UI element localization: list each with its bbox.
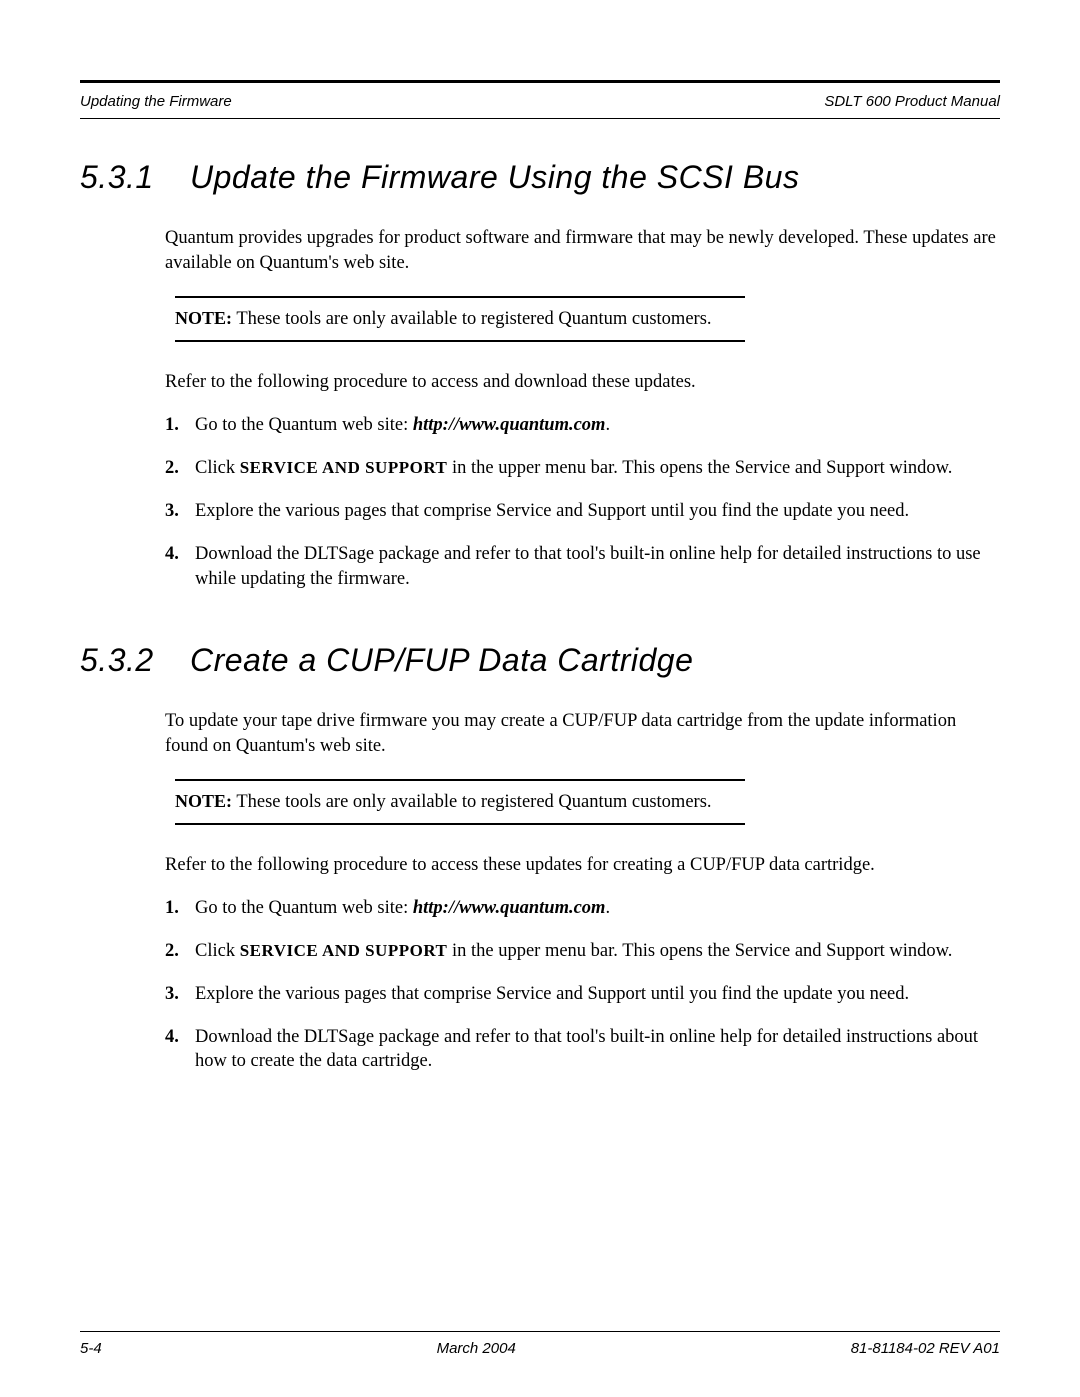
note-label: NOTE: <box>175 791 232 811</box>
page: Updating the Firmware SDLT 600 Product M… <box>0 0 1080 1397</box>
footer-row: 5-4 March 2004 81-81184-02 REV A01 <box>80 1340 1000 1357</box>
heading-number: 5.3.2 <box>80 642 190 679</box>
note-content: NOTE: These tools are only available to … <box>175 781 990 823</box>
header-right: SDLT 600 Product Manual <box>824 93 1000 110</box>
note-box: NOTE: These tools are only available to … <box>175 779 990 825</box>
step-3: Explore the various pages that comprise … <box>165 499 1000 524</box>
step-text-tail: . <box>605 415 610 435</box>
intro-paragraph: Quantum provides upgrades for product so… <box>165 226 1000 276</box>
note-bottom-rule <box>175 340 745 342</box>
menu-name: SERVICE AND SUPPORT <box>240 458 448 477</box>
heading-number: 5.3.1 <box>80 159 190 196</box>
footer-date: March 2004 <box>437 1340 516 1357</box>
step-1: Go to the Quantum web site: http://www.q… <box>165 413 1000 438</box>
step-text: Go to the Quantum web site: <box>195 898 413 918</box>
page-number: 5-4 <box>80 1340 102 1357</box>
footer-rule <box>80 1331 1000 1332</box>
note-bottom-rule <box>175 823 745 825</box>
step-text-tail: in the upper menu bar. This opens the Se… <box>447 941 952 961</box>
note-label: NOTE: <box>175 308 232 328</box>
section-5-3-2-body: To update your tape drive firmware you m… <box>165 709 1000 1075</box>
step-text-tail: . <box>605 898 610 918</box>
url-text: http://www.quantum.com <box>413 415 606 435</box>
menu-name: SERVICE AND SUPPORT <box>240 941 448 960</box>
heading-5-3-1: 5.3.1Update the Firmware Using the SCSI … <box>80 159 1000 196</box>
step-text: Go to the Quantum web site: <box>195 415 413 435</box>
header-left: Updating the Firmware <box>80 93 232 110</box>
step-text: Click <box>195 458 240 478</box>
step-2: Click SERVICE AND SUPPORT in the upper m… <box>165 456 1000 481</box>
steps-list: Go to the Quantum web site: http://www.q… <box>165 896 1000 1075</box>
footer-docid: 81-81184-02 REV A01 <box>851 1340 1000 1357</box>
heading-title: Create a CUP/FUP Data Cartridge <box>190 642 693 678</box>
note-text: These tools are only available to regist… <box>236 309 711 329</box>
note-content: NOTE: These tools are only available to … <box>175 298 990 340</box>
step-text: Click <box>195 941 240 961</box>
header-underline <box>80 118 1000 119</box>
running-header: Updating the Firmware SDLT 600 Product M… <box>80 89 1000 118</box>
step-4: Download the DLTSage package and refer t… <box>165 542 1000 592</box>
top-rule <box>80 80 1000 83</box>
note-text: These tools are only available to regist… <box>236 792 711 812</box>
heading-5-3-2: 5.3.2Create a CUP/FUP Data Cartridge <box>80 642 1000 679</box>
step-1: Go to the Quantum web site: http://www.q… <box>165 896 1000 921</box>
section-5-3-1-body: Quantum provides upgrades for product so… <box>165 226 1000 592</box>
url-text: http://www.quantum.com <box>413 898 606 918</box>
steps-list: Go to the Quantum web site: http://www.q… <box>165 413 1000 592</box>
note-box: NOTE: These tools are only available to … <box>175 296 990 342</box>
after-note-paragraph: Refer to the following procedure to acce… <box>165 853 1000 878</box>
intro-paragraph: To update your tape drive firmware you m… <box>165 709 1000 759</box>
heading-title: Update the Firmware Using the SCSI Bus <box>190 159 799 195</box>
step-2: Click SERVICE AND SUPPORT in the upper m… <box>165 939 1000 964</box>
step-text-tail: in the upper menu bar. This opens the Se… <box>447 458 952 478</box>
after-note-paragraph: Refer to the following procedure to acce… <box>165 370 1000 395</box>
step-4: Download the DLTSage package and refer t… <box>165 1025 1000 1075</box>
footer: 5-4 March 2004 81-81184-02 REV A01 <box>80 1331 1000 1357</box>
step-3: Explore the various pages that comprise … <box>165 982 1000 1007</box>
